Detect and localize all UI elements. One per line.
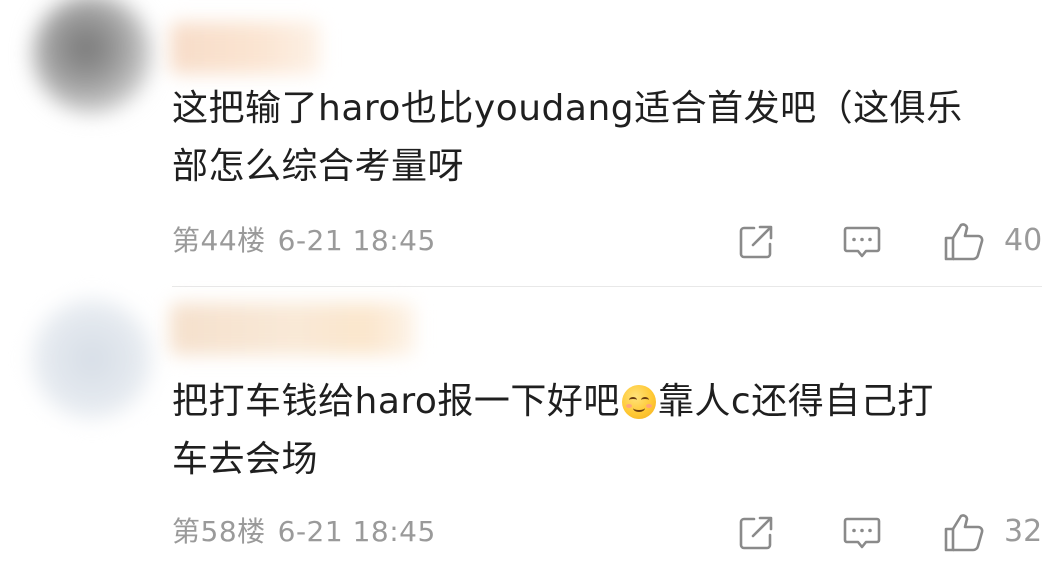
floor-number: 第44楼 [172, 224, 266, 257]
comment-text: 把打车钱给haro报一下好吧 靠人c还得自己打 车去会场 [172, 373, 1032, 489]
comment-text-segment: 把打车钱给haro报一下好吧 [172, 381, 620, 422]
like-count: 40 [1004, 223, 1042, 258]
like-button[interactable] [942, 220, 986, 264]
comment-reply-icon [843, 226, 881, 258]
timestamp: 6-21 18:45 [277, 224, 436, 257]
timestamp: 6-21 18:45 [277, 515, 436, 548]
reply-button[interactable] [840, 220, 884, 264]
comment-meta: 第58楼 6-21 18:45 [172, 512, 436, 552]
floor-number: 第58楼 [172, 515, 266, 548]
comment-reply-icon [843, 517, 881, 549]
comment-item: 把打车钱给haro报一下好吧 靠人c还得自己打 车去会场 第58楼 6-21 18:… [0, 287, 1042, 574]
thumbs-up-icon [944, 223, 984, 261]
comment-item: 这把输了haro也比youdang适合首发吧（这俱乐 部怎么综合考量呀 第44楼… [0, 0, 1042, 287]
thumbs-up-icon [944, 514, 984, 552]
username-blurred[interactable] [170, 22, 320, 74]
avatar[interactable] [32, 0, 152, 114]
share-edit-icon [739, 516, 773, 550]
avatar[interactable] [32, 299, 152, 419]
share-edit-icon [739, 225, 773, 259]
smiling-blush-emoji-icon [621, 385, 656, 419]
comment-meta: 第44楼 6-21 18:45 [172, 221, 436, 261]
share-button[interactable] [734, 511, 778, 555]
comment-text-segment: 靠人c还得自己打 [657, 381, 934, 422]
comment-text-line: 部怎么综合考量呀 [172, 146, 465, 187]
comment-text-line: 车去会场 [172, 439, 319, 480]
comment-text-line: 这把输了haro也比youdang适合首发吧（这俱乐 [172, 88, 963, 129]
comment-text: 这把输了haro也比youdang适合首发吧（这俱乐 部怎么综合考量呀 [172, 80, 1032, 196]
username-blurred[interactable] [170, 303, 415, 355]
like-count: 32 [1004, 514, 1042, 549]
share-button[interactable] [734, 220, 778, 264]
reply-button[interactable] [840, 511, 884, 555]
like-button[interactable] [942, 511, 986, 555]
